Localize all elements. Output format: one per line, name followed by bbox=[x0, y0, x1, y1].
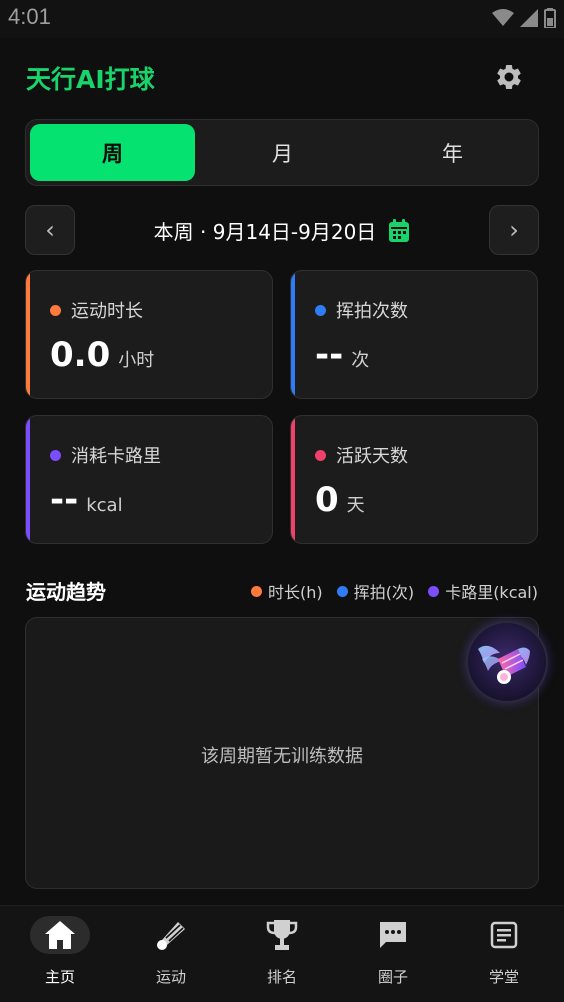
stat-card-active-days[interactable]: 活跃天数 0 天 bbox=[290, 415, 538, 544]
tab-week[interactable]: 周 bbox=[30, 124, 195, 181]
shuttlecock-logo-icon bbox=[478, 645, 530, 684]
nav-label: 排名 bbox=[266, 968, 297, 986]
stat-value: -- bbox=[315, 335, 344, 375]
settings-button[interactable] bbox=[494, 62, 524, 92]
orange-dot bbox=[251, 585, 263, 597]
nav-icon-wrap bbox=[474, 916, 534, 954]
nav-label: 运动 bbox=[155, 968, 186, 986]
stat-card-swings[interactable]: 挥拍次数 -- 次 bbox=[290, 270, 538, 399]
chat-icon bbox=[380, 922, 406, 948]
tab-month[interactable]: 月 bbox=[200, 124, 365, 181]
card-accent-bar bbox=[291, 271, 295, 398]
stat-unit: 天 bbox=[346, 495, 365, 516]
tab-year[interactable]: 年 bbox=[370, 124, 535, 181]
nav-item-circle[interactable]: 圈子 bbox=[343, 916, 443, 987]
stat-value: 0 bbox=[315, 480, 339, 520]
trend-title: 运动趋势 bbox=[26, 580, 106, 604]
empty-state-message: 该周期暂无训练数据 bbox=[201, 746, 363, 767]
nav-icon-wrap bbox=[30, 916, 90, 954]
stat-value: -- bbox=[50, 480, 79, 520]
purple-dot bbox=[50, 449, 61, 461]
card-accent-bar bbox=[26, 271, 30, 398]
nav-label: 圈子 bbox=[377, 968, 408, 986]
next-period-button[interactable]: › bbox=[489, 205, 539, 255]
nav-icon-wrap bbox=[363, 916, 423, 954]
nav-item-home[interactable]: 主页 bbox=[10, 916, 110, 987]
nav-icon-wrap bbox=[252, 916, 312, 954]
legend-label: 卡路里(kcal) bbox=[445, 583, 538, 602]
status-bar: 4:01 bbox=[0, 0, 564, 38]
stat-label: 活跃天数 bbox=[336, 446, 408, 467]
nav-item-academy[interactable]: 学堂 bbox=[454, 916, 554, 987]
stat-card-calories[interactable]: 消耗卡路里 -- kcal bbox=[25, 415, 273, 544]
ai-coach-floating-button[interactable] bbox=[466, 621, 548, 703]
signal-icon bbox=[520, 9, 538, 27]
card-accent-bar bbox=[291, 416, 295, 543]
home-icon bbox=[45, 921, 75, 949]
stat-label: 挥拍次数 bbox=[336, 301, 408, 322]
nav-icon-wrap bbox=[141, 916, 201, 954]
legend-item-duration: 时长(h) bbox=[251, 579, 323, 603]
trend-chart-panel: 该周期暂无训练数据 bbox=[25, 617, 539, 889]
nav-label: 主页 bbox=[44, 968, 75, 986]
status-icons bbox=[492, 8, 556, 28]
bottom-nav: 主页 运动 排名 圈子 学堂 bbox=[0, 905, 564, 1002]
shuttlecock-icon bbox=[157, 922, 185, 950]
legend-label: 挥拍(次) bbox=[353, 583, 415, 602]
battery-icon bbox=[544, 8, 556, 28]
legend-label: 时长(h) bbox=[268, 583, 323, 602]
stat-unit: kcal bbox=[86, 495, 123, 516]
trophy-icon bbox=[266, 920, 298, 950]
purple-dot bbox=[428, 585, 440, 597]
stat-label: 消耗卡路里 bbox=[71, 446, 161, 467]
stat-label: 运动时长 bbox=[71, 301, 143, 322]
period-tabs: 周 月 年 bbox=[25, 119, 539, 186]
stat-card-duration[interactable]: 运动时长 0.0 小时 bbox=[25, 270, 273, 399]
date-range-label: 本周 · 9月14日-9月20日 bbox=[153, 220, 377, 244]
legend-item-swings: 挥拍(次) bbox=[336, 579, 415, 603]
blue-dot bbox=[315, 304, 326, 316]
pink-dot bbox=[315, 449, 326, 461]
stat-value: 0.0 bbox=[50, 335, 111, 375]
chevron-right-icon: › bbox=[509, 216, 519, 244]
app-title: 天行AI打球 bbox=[26, 65, 155, 94]
card-accent-bar bbox=[26, 416, 30, 543]
status-time: 4:01 bbox=[8, 4, 51, 29]
stat-unit: 小时 bbox=[118, 350, 155, 371]
orange-dot bbox=[50, 304, 61, 316]
article-icon bbox=[490, 921, 518, 949]
date-range[interactable]: 本周 · 9月14日-9月20日 bbox=[0, 216, 564, 245]
nav-label: 学堂 bbox=[488, 968, 519, 986]
stat-unit: 次 bbox=[351, 350, 370, 371]
gear-icon bbox=[497, 64, 521, 89]
blue-dot bbox=[336, 585, 348, 597]
calendar-icon bbox=[389, 218, 410, 242]
trend-legend: 时长(h) 挥拍(次) 卡路里(kcal) bbox=[251, 579, 538, 603]
nav-item-ranking[interactable]: 排名 bbox=[232, 916, 332, 987]
nav-item-sport[interactable]: 运动 bbox=[121, 916, 221, 987]
wifi-icon bbox=[492, 9, 514, 26]
legend-item-calories: 卡路里(kcal) bbox=[428, 579, 538, 603]
